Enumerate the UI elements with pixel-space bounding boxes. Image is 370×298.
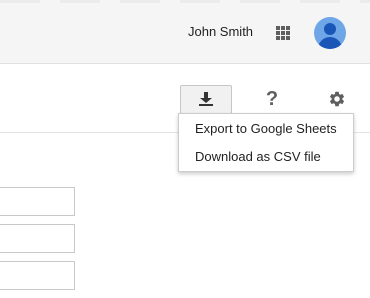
input-field[interactable]	[0, 224, 75, 253]
input-field[interactable]	[0, 187, 75, 216]
top-bar: John Smith	[0, 0, 370, 64]
top-bar-stripe	[0, 0, 370, 3]
menu-item-export-sheets[interactable]: Export to Google Sheets	[179, 117, 353, 141]
help-button[interactable]: ?	[262, 86, 282, 112]
download-button[interactable]	[180, 85, 232, 114]
menu-item-download-csv[interactable]: Download as CSV file	[179, 145, 353, 169]
download-icon	[199, 92, 213, 106]
account-avatar-icon[interactable]	[314, 17, 346, 49]
user-name[interactable]: John Smith	[188, 24, 253, 40]
avatar-head	[324, 23, 336, 35]
input-field[interactable]	[0, 261, 75, 290]
avatar-body	[318, 37, 342, 49]
page: John Smith ? Export to Google Sheets Dow…	[0, 0, 370, 298]
gear-icon[interactable]	[328, 90, 346, 108]
download-menu: Export to Google Sheets Download as CSV …	[178, 113, 354, 172]
apps-grid-icon[interactable]	[276, 26, 290, 40]
